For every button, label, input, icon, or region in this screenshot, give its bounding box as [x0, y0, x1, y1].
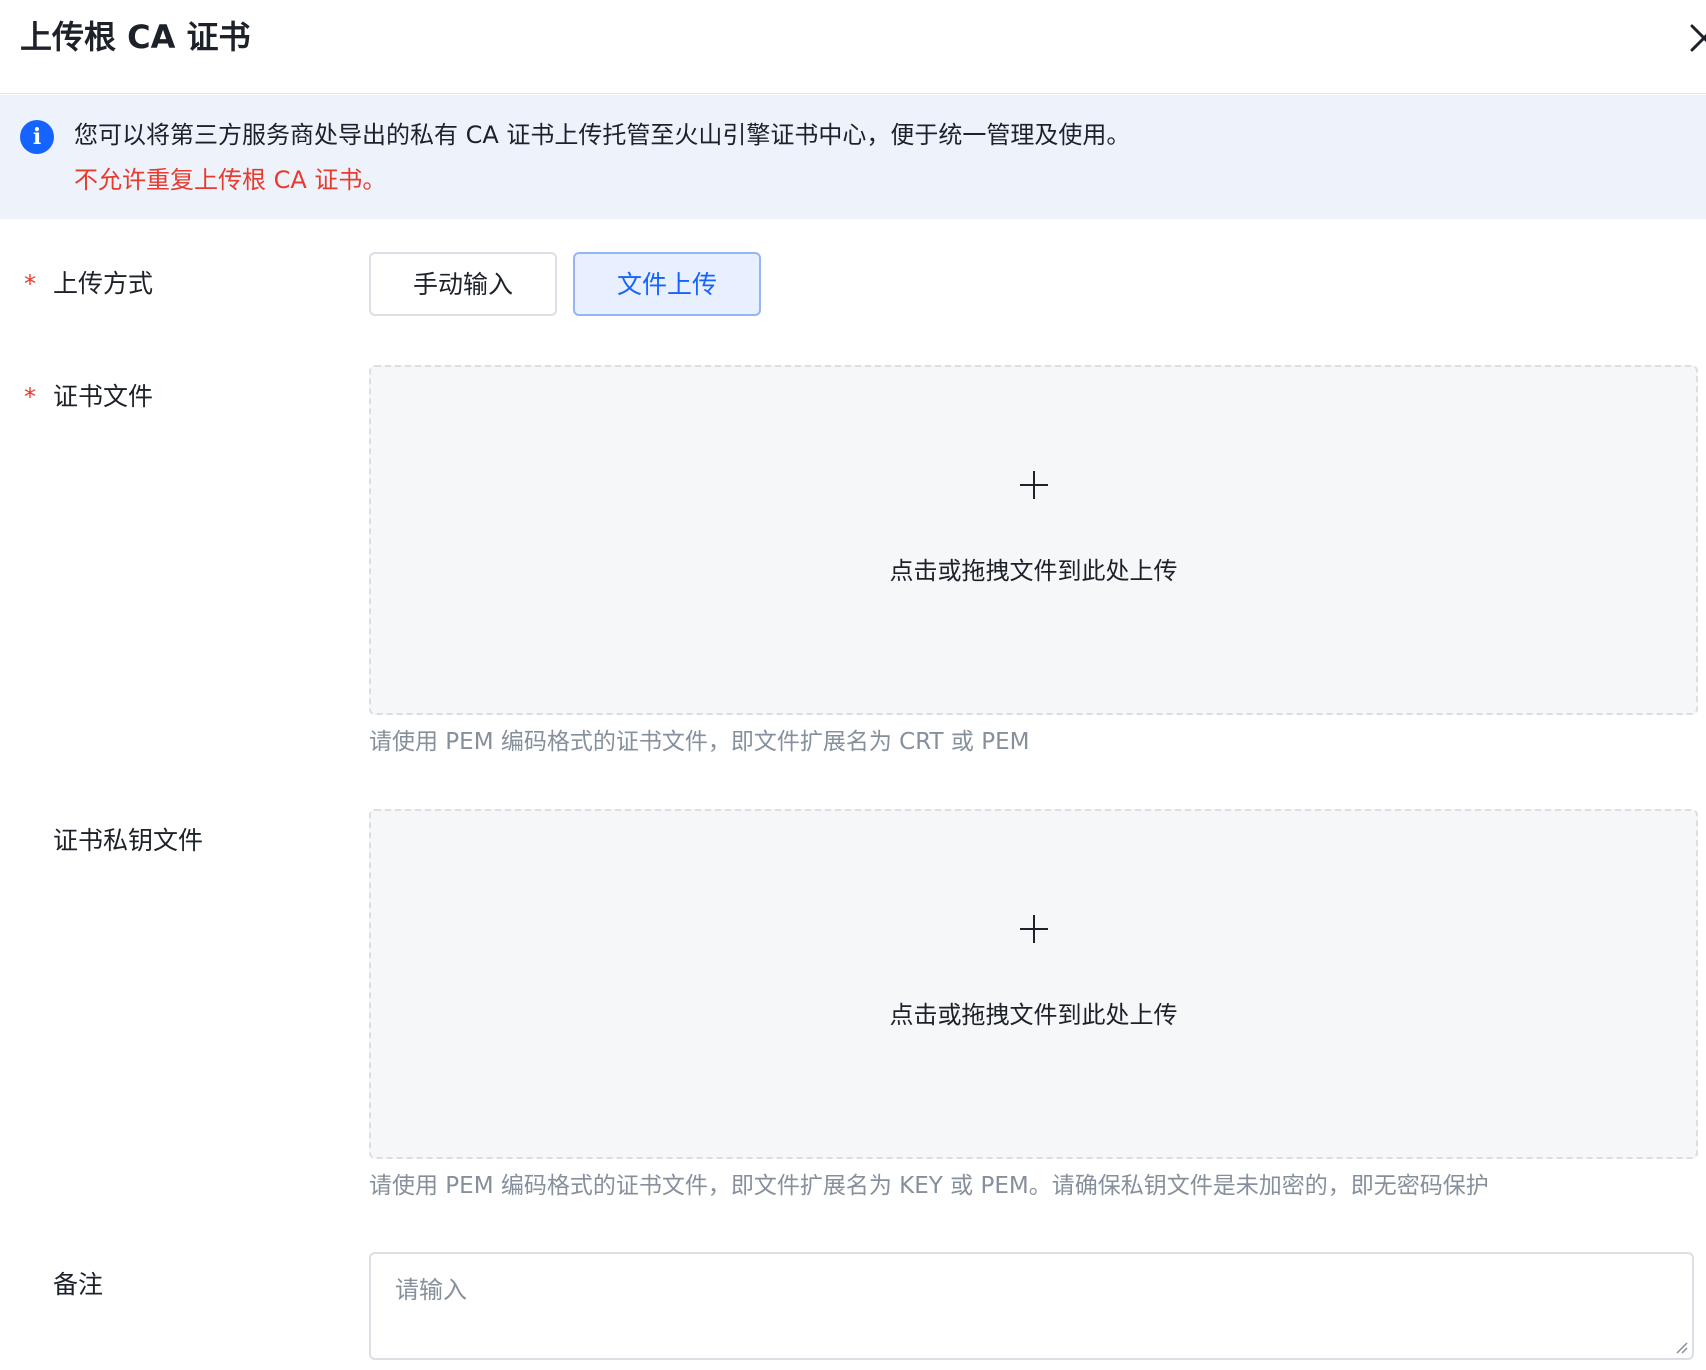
resize-handle-icon[interactable]	[1674, 1340, 1688, 1354]
dialog-title: 上传根 CA 证书	[20, 18, 251, 56]
remark-textarea[interactable]	[371, 1254, 1692, 1358]
notice-warning-text: 不允许重复上传根 CA 证书。	[74, 166, 387, 194]
upload-method-label: 上传方式	[53, 269, 154, 298]
remark-label: 备注	[53, 1270, 104, 1299]
dropzone-text: 点击或拖拽文件到此处上传	[889, 1001, 1178, 1029]
file-upload-button[interactable]: 文件上传	[573, 252, 761, 316]
plus-icon	[1019, 915, 1048, 943]
close-icon[interactable]	[1688, 18, 1706, 54]
info-notice	[0, 95, 1706, 219]
required-mark: *	[24, 383, 36, 411]
dropzone-text: 点击或拖拽文件到此处上传	[889, 557, 1178, 585]
cert-file-dropzone[interactable]: 点击或拖拽文件到此处上传	[369, 365, 1698, 715]
private-key-file-label: 证书私钥文件	[53, 826, 204, 855]
manual-input-button[interactable]: 手动输入	[369, 252, 557, 316]
notice-text: 您可以将第三方服务商处导出的私有 CA 证书上传托管至火山引擎证书中心，便于统一…	[74, 121, 1131, 149]
remark-field-wrapper	[369, 1252, 1694, 1360]
info-icon: i	[20, 120, 54, 154]
private-key-dropzone[interactable]: 点击或拖拽文件到此处上传	[369, 809, 1698, 1159]
required-mark: *	[24, 270, 36, 298]
private-key-hint: 请使用 PEM 编码格式的证书文件，即文件扩展名为 KEY 或 PEM。请确保私…	[369, 1173, 1489, 1199]
cert-file-hint: 请使用 PEM 编码格式的证书文件，即文件扩展名为 CRT 或 PEM	[369, 729, 1030, 755]
dialog-header: 上传根 CA 证书	[0, 0, 1706, 94]
cert-file-label: 证书文件	[53, 382, 154, 411]
plus-icon	[1019, 471, 1048, 499]
